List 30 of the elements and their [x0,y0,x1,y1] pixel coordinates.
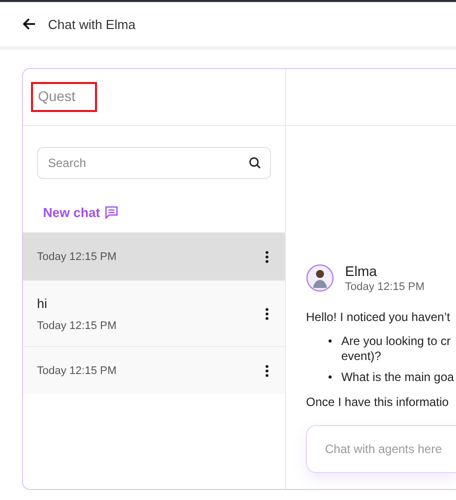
avatar-icon [306,264,334,292]
page-title: Chat with Elma [48,16,136,32]
more-icon [265,308,269,320]
more-icon [265,250,269,262]
chat-time: Today 12:15 PM [37,320,116,332]
panel-title: Quest [38,88,76,104]
more-button[interactable] [265,364,269,376]
message-text: Once I have this informatio [306,395,449,409]
search-icon [249,157,261,169]
sender-name: Elma [345,263,378,279]
message-text: Hello! I noticed you haven’t [306,310,450,324]
more-button[interactable] [265,308,269,320]
new-chat-button[interactable]: New chat [43,205,118,220]
bullet-marker: • [328,370,332,385]
message-bullet: Are you looking to cr event)? [341,334,451,364]
more-icon [265,364,269,376]
back-button[interactable] [22,17,36,31]
chat-item[interactable]: hi Today 12:15 PM [23,280,285,346]
more-button[interactable] [265,250,269,262]
bullet-marker: • [328,334,332,349]
chat-icon [105,206,118,219]
chat-time: Today 12:15 PM [37,250,116,262]
message-time: Today 12:15 PM [345,281,424,293]
chat-time: Today 12:15 PM [37,364,116,376]
chat-item[interactable]: Today 12:15 PM [23,232,285,280]
chat-title: hi [37,296,48,310]
chat-item[interactable]: Today 12:15 PM [23,346,285,394]
message-bullet: What is the main goa [341,370,454,385]
message-field[interactable]: Chat with agents here [306,425,456,473]
search-field[interactable]: Search [37,147,271,179]
